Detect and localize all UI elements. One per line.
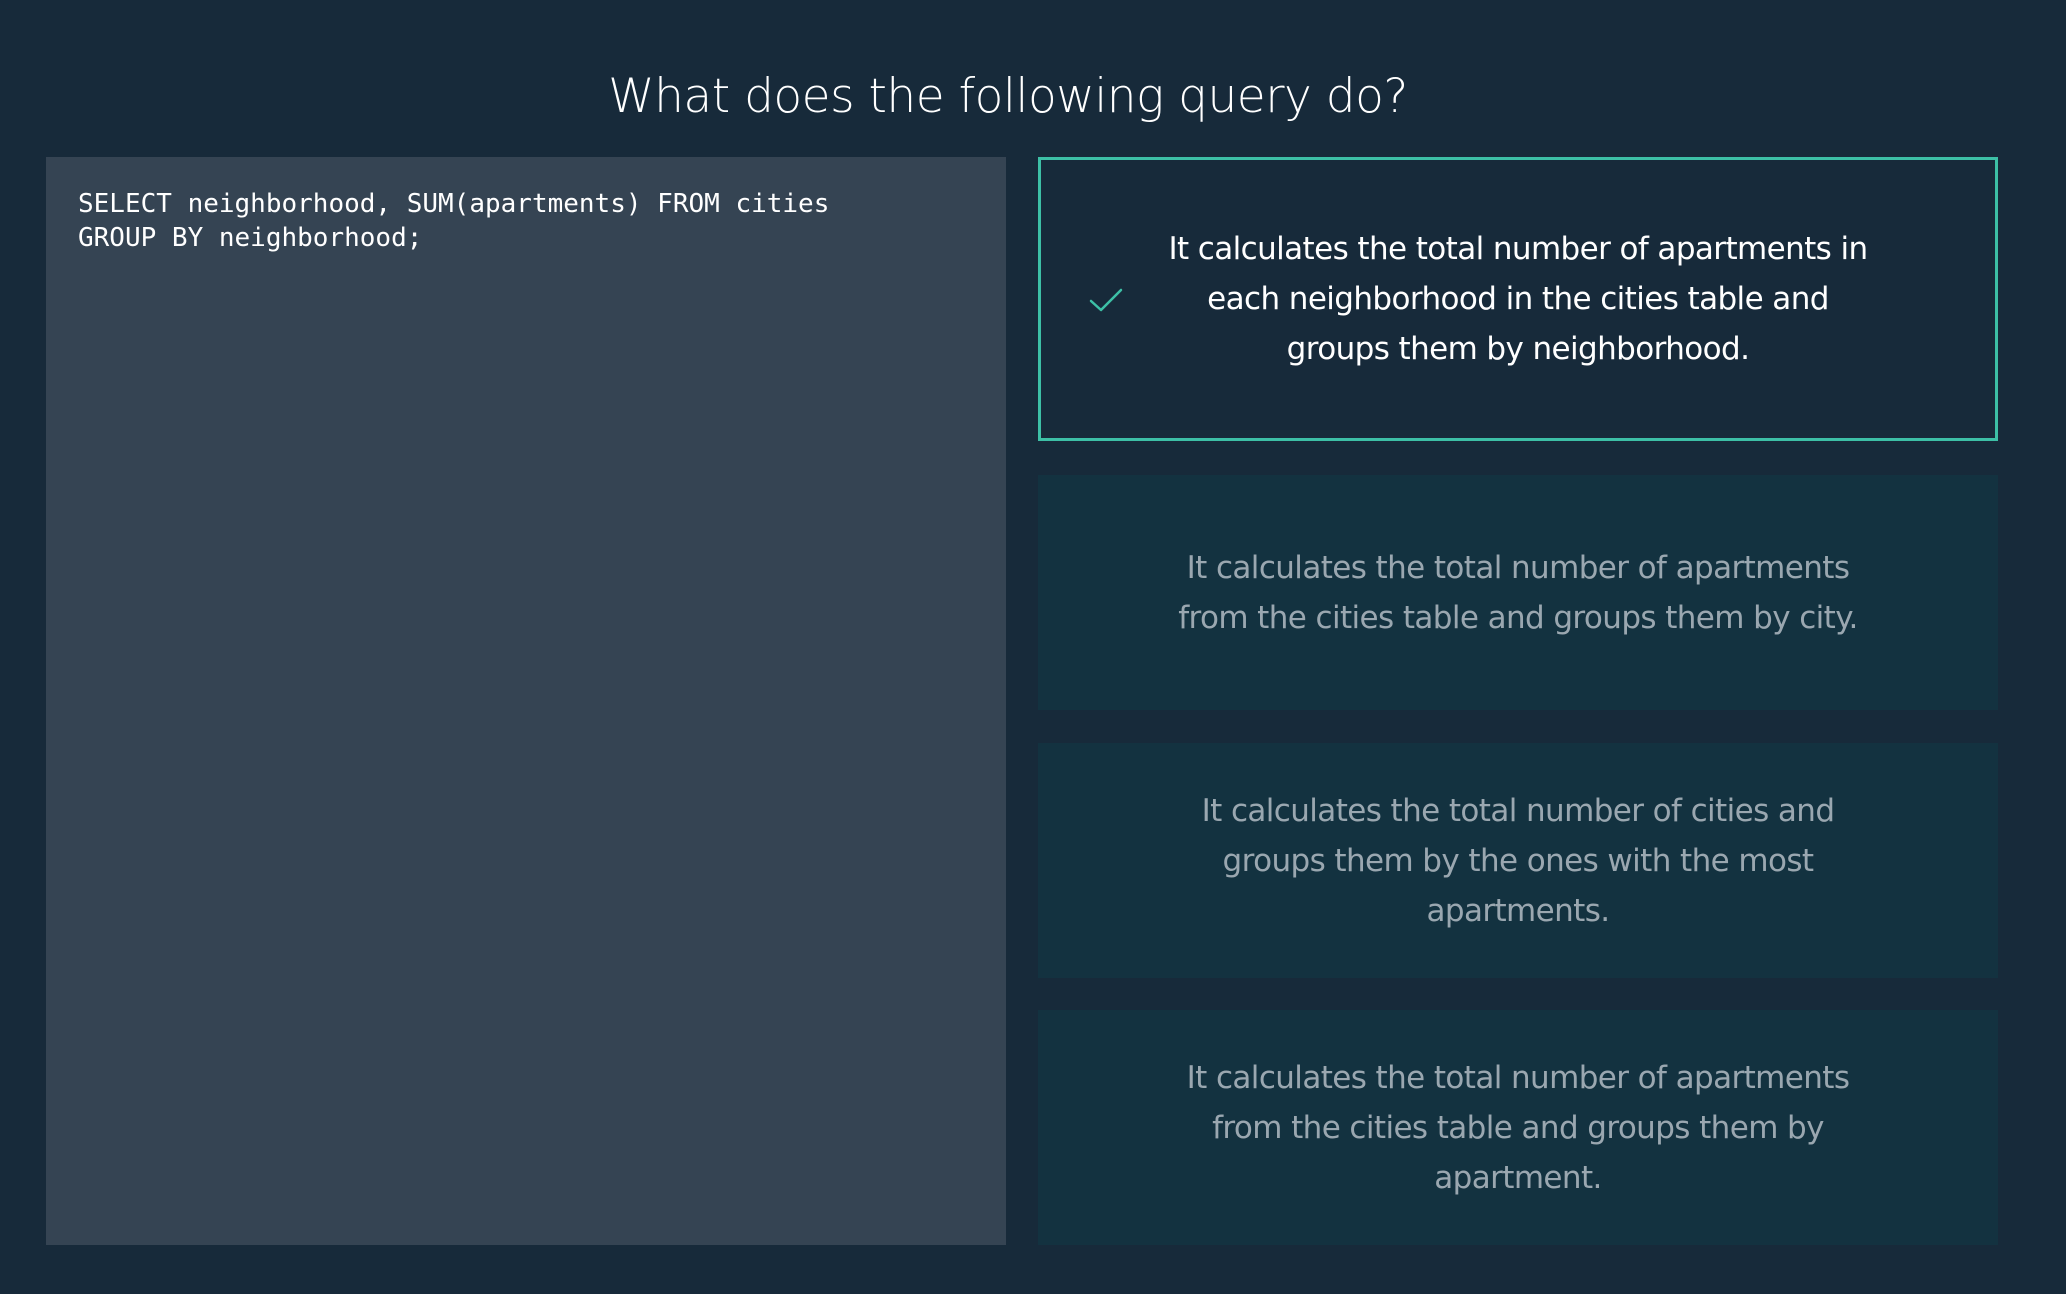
answer-option[interactable]: It calculates the total number of apartm…	[1038, 475, 1998, 710]
check-icon	[1089, 288, 1123, 312]
answer-text: It calculates the total number of apartm…	[1168, 231, 1868, 367]
sql-code: SELECT neighborhood, SUM(apartments) FRO…	[78, 189, 830, 253]
answer-option[interactable]: It calculates the total number of apartm…	[1038, 1010, 1998, 1245]
answer-option-correct[interactable]: It calculates the total number of apartm…	[1038, 157, 1998, 441]
question-title: What does the following query do?	[608, 69, 1408, 125]
answer-text: It calculates the total number of cities…	[1201, 792, 1835, 929]
code-panel: SELECT neighborhood, SUM(apartments) FRO…	[46, 157, 1006, 1245]
answer-text: It calculates the total number of apartm…	[1178, 549, 1858, 636]
answer-option[interactable]: It calculates the total number of cities…	[1038, 743, 1998, 978]
answer-text: It calculates the total number of apartm…	[1186, 1059, 1850, 1196]
